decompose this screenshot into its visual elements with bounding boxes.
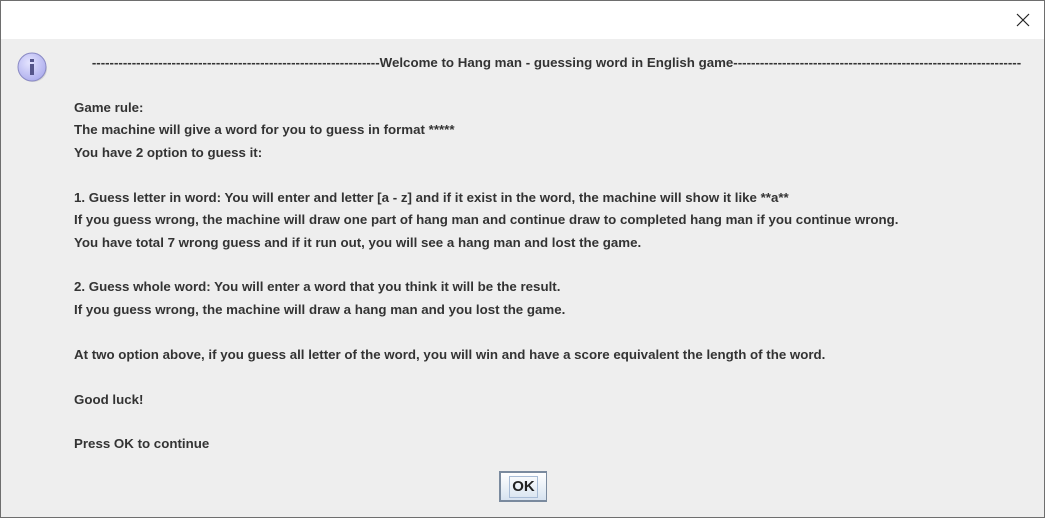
message-line xyxy=(74,74,1039,96)
message-line: 1. Guess letter in word: You will enter … xyxy=(74,189,789,205)
close-icon xyxy=(1016,13,1030,27)
message-line xyxy=(74,164,1039,186)
close-button[interactable] xyxy=(1008,5,1038,35)
message-line: Press OK to continue xyxy=(74,436,210,452)
message-line: If you guess wrong, the machine will dra… xyxy=(74,212,899,228)
message-line: You have total 7 wrong guess and if it r… xyxy=(74,234,642,250)
title-bar xyxy=(1,1,1044,39)
message-line: 2. Guess whole word: You will enter a wo… xyxy=(74,279,561,295)
message-dialog: ----------------------------------------… xyxy=(0,0,1045,518)
message-line: The machine will give a word for you to … xyxy=(74,122,455,138)
ok-button[interactable]: OK xyxy=(499,471,547,502)
message-line xyxy=(74,366,1039,388)
message-line: Good luck! xyxy=(74,391,144,407)
message-line xyxy=(74,411,1039,433)
message-line: Game rule: xyxy=(74,99,144,115)
message-text: ----------------------------------------… xyxy=(74,52,1039,456)
ok-label: OK xyxy=(509,475,538,498)
information-icon xyxy=(17,52,47,82)
message-line: At two option above, if you guess all le… xyxy=(74,346,826,362)
welcome-header: ----------------------------------------… xyxy=(91,55,1022,70)
message-line: You have 2 option to guess it: xyxy=(74,144,263,160)
message-line xyxy=(74,254,1039,276)
message-line xyxy=(74,321,1039,343)
message-line: If you guess wrong, the machine will dra… xyxy=(74,301,566,317)
